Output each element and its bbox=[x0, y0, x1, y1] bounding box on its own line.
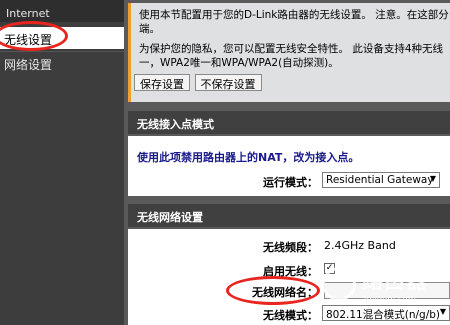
wireless-network-section-title: 无线网络设置 bbox=[128, 204, 450, 227]
intro-text-line: 一，WPA2唯一和WPA/WPA2(自动探测)。 bbox=[139, 57, 339, 69]
access-point-section-title: 无线接入点模式 bbox=[128, 111, 450, 134]
wireless-band-label: 无线频段： bbox=[263, 241, 318, 254]
wireless-band-value: 2.4GHz Band bbox=[324, 239, 396, 252]
wireless-mode-label: 无线模式： bbox=[263, 309, 318, 322]
access-point-description: 使用此项禁用路由器上的NAT，改为接入点。 bbox=[137, 151, 360, 164]
sidebar-item-network-settings[interactable]: 网络设置 bbox=[0, 51, 124, 73]
operation-mode-label: 运行模式： bbox=[263, 176, 318, 189]
chevron-down-icon: ▼ bbox=[429, 174, 436, 183]
dont-save-settings-button[interactable]: 不保存设置 bbox=[194, 74, 262, 91]
annotation-circle bbox=[226, 276, 320, 305]
sidebar-item-label: 网络设置 bbox=[4, 58, 53, 72]
sidebar-header: Internet bbox=[0, 0, 124, 22]
intro-text-line: 使用本节配置用于您的D-Link路由器的无线设置。 注意。在这部分 bbox=[139, 9, 449, 21]
operation-mode-value: Residential Gateway bbox=[326, 174, 434, 186]
watermark-text: 路由器 bbox=[362, 269, 428, 293]
watermark: 路由器 luyouqi.com bbox=[322, 263, 444, 319]
intro-text-line: 端。 bbox=[139, 23, 160, 35]
access-point-section: 使用此项禁用路由器上的NAT，改为接入点。 运行模式： Residential … bbox=[128, 136, 450, 196]
operation-mode-select[interactable]: Residential Gateway ▼ bbox=[322, 172, 440, 188]
watermark-logo-icon bbox=[322, 267, 356, 301]
intro-text-line: 为保护您的隐私，您可以配置无线安全特性。 此设备支持4种无线 bbox=[139, 43, 444, 55]
save-settings-button[interactable]: 保存设置 bbox=[134, 74, 190, 91]
button-row: 保存设置 不保存设置 bbox=[134, 74, 263, 91]
watermark-subtext: luyouqi.com bbox=[364, 295, 416, 305]
